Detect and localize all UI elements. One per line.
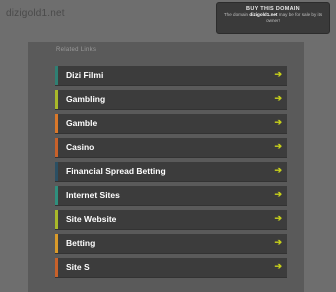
link-color-stripe (55, 138, 58, 157)
buy-domain-owner: owner! (266, 18, 280, 23)
buy-domain-suffix: may be for sale by its (278, 12, 323, 17)
buy-domain-name: dizigold1.net (249, 12, 278, 17)
related-links-title: Related Links (56, 47, 97, 53)
arrow-right-icon: ➔ (274, 93, 282, 103)
related-link-betting[interactable]: Betting ➔ (55, 234, 287, 254)
arrow-right-icon: ➔ (274, 69, 282, 79)
related-link-label: Dizi Filmi (66, 70, 104, 80)
related-link-financial-spread-betting[interactable]: Financial Spread Betting ➔ (55, 162, 287, 182)
related-link-label: Betting (66, 238, 96, 248)
related-link-label: Site S (66, 262, 90, 272)
link-color-stripe (55, 90, 58, 109)
related-link-internet-sites[interactable]: Internet Sites ➔ (55, 186, 287, 206)
arrow-right-icon: ➔ (274, 141, 282, 151)
related-link-casino[interactable]: Casino ➔ (55, 138, 287, 158)
related-link-site-website[interactable]: Site Website ➔ (55, 210, 287, 230)
related-link-label: Gamble (66, 118, 98, 128)
related-link-label: Financial Spread Betting (66, 166, 166, 176)
related-link-dizi-filmi[interactable]: Dizi Filmi ➔ (55, 66, 287, 86)
related-link-gamble[interactable]: Gamble ➔ (55, 114, 287, 134)
link-color-stripe (55, 66, 58, 85)
arrow-right-icon: ➔ (274, 213, 282, 223)
arrow-right-icon: ➔ (274, 189, 282, 199)
link-color-stripe (55, 186, 58, 205)
link-color-stripe (55, 114, 58, 133)
link-color-stripe (55, 162, 58, 181)
buy-domain-prefix: The domain (223, 12, 249, 17)
link-color-stripe (55, 210, 58, 229)
related-links-panel: Related Links Dizi Filmi ➔ Gambling ➔ Ga… (28, 42, 304, 292)
related-link-site-s[interactable]: Site S ➔ (55, 258, 287, 278)
arrow-right-icon: ➔ (274, 237, 282, 247)
related-link-label: Site Website (66, 214, 117, 224)
arrow-right-icon: ➔ (274, 165, 282, 175)
related-link-label: Internet Sites (66, 190, 120, 200)
arrow-right-icon: ➔ (274, 117, 282, 127)
buy-domain-box[interactable]: BUY THIS DOMAIN The domain dizigold1.net… (216, 2, 330, 34)
related-link-gambling[interactable]: Gambling ➔ (55, 90, 287, 110)
link-color-stripe (55, 234, 58, 253)
related-link-label: Casino (66, 142, 95, 152)
link-color-stripe (55, 258, 58, 277)
arrow-right-icon: ➔ (274, 261, 282, 271)
buy-domain-text: The domain dizigold1.net may be for sale… (217, 12, 329, 24)
domain-name: dizigold1.net (6, 8, 65, 19)
related-link-label: Gambling (66, 94, 106, 104)
